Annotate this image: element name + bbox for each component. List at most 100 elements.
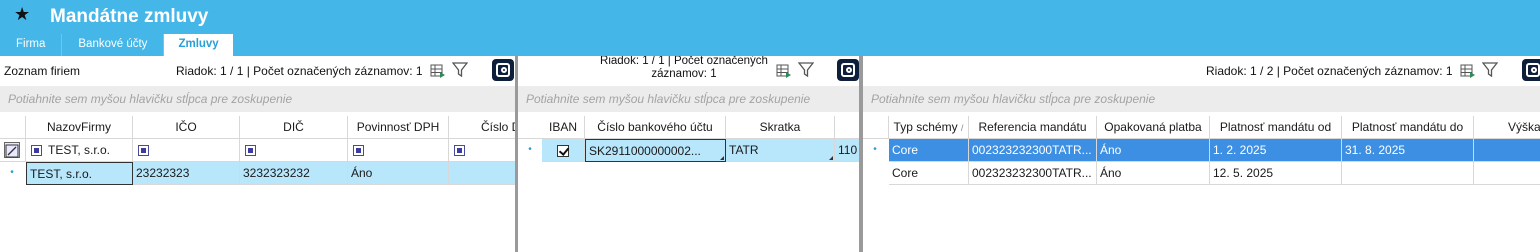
col-header-referencia[interactable]: Referencia mandátu [969, 116, 1097, 139]
sort-indicator-icon: / [960, 123, 964, 133]
filter-operator-icon[interactable] [454, 145, 465, 156]
indicator-header [0, 116, 26, 139]
firms-row-info: Riadok: 1 / 1 | Počet označených záznamo… [176, 64, 423, 78]
filter-icon[interactable] [1482, 62, 1498, 78]
col-header-cislo[interactable]: Číslo D [449, 116, 515, 139]
indicator-header [518, 116, 542, 139]
filter-toggle-button[interactable] [4, 142, 20, 158]
firms-group-bar[interactable]: Potiahnite sem myšou hlavičku stĺpca pre… [0, 86, 515, 112]
search-query-button[interactable] [1522, 59, 1540, 81]
favorite-star-icon[interactable]: ★ [14, 4, 30, 25]
bank-code: TATR [729, 143, 759, 157]
col-header-skratka[interactable]: Skratka [726, 116, 835, 139]
cell-nazov[interactable]: TEST, s.r.o. [26, 162, 133, 185]
cell-platnost-do[interactable]: 31. 8. 2025 [1342, 139, 1474, 162]
cell-platnost-od[interactable]: 1. 2. 2025 [1210, 139, 1342, 162]
filter-cell-nazov[interactable]: TEST, s.r.o. [26, 139, 133, 162]
table-row[interactable]: • SK2911000000002... TATR 110 [518, 139, 859, 162]
col-header-platnost-od[interactable]: Platnosť mandátu od [1210, 116, 1342, 139]
accounts-row-info-line2: záznamov: 1 [651, 68, 717, 80]
dropdown-corner-icon [829, 156, 833, 160]
accounts-row-info: Riadok: 1 / 1 | Počet označených záznamo… [592, 56, 776, 80]
row-indicator-icon: • [863, 139, 887, 162]
cell-typ-schemy[interactable]: Core [889, 139, 969, 162]
col-header-cislo-uctu[interactable]: Číslo bankového účtu [585, 116, 726, 139]
filter-cell-dic[interactable] [240, 139, 348, 162]
tab-strip: Firma Bankové účty Zmluvy [0, 34, 233, 56]
cell-opakovana[interactable]: Áno [1097, 139, 1210, 162]
cell-platnost-od[interactable]: 12. 5. 2025 [1210, 162, 1342, 185]
iban-checkbox[interactable] [557, 144, 569, 157]
contracts-toolbar: Riadok: 1 / 2 | Počet označených záznamo… [863, 56, 1540, 86]
title-bar: ★ Mandátne zmluvy Firma Bankové účty Zml… [0, 0, 1540, 56]
filter-cell-ico[interactable] [133, 139, 240, 162]
col-header-extra[interactable] [835, 116, 859, 139]
col-header-typ-schemy[interactable]: Typ schémy / [889, 116, 969, 139]
col-header-iban[interactable]: IBAN [542, 116, 585, 139]
contracts-pane: Riadok: 1 / 2 | Počet označených záznamo… [863, 56, 1540, 252]
cell-extra[interactable]: 110 [835, 139, 859, 162]
group-hint: Potiahnite sem myšou hlavičku stĺpca pre… [526, 92, 811, 106]
export-grid-icon[interactable] [430, 63, 446, 79]
filter-operator-icon[interactable] [353, 145, 364, 156]
row-indicator-icon: • [518, 139, 542, 162]
cell-vyska-limitu[interactable] [1474, 139, 1540, 162]
filter-cell-dph[interactable] [348, 139, 449, 162]
accounts-header-row: IBAN Číslo bankového účtu Skratka [518, 116, 859, 139]
accounts-pane: Riadok: 1 / 1 | Počet označených záznamo… [518, 56, 859, 252]
filter-value-nazov: TEST, s.r.o. [48, 143, 111, 157]
table-row[interactable]: • Core 002323232300TATR... Áno 1. 2. 202… [863, 139, 1540, 162]
cell-cislo[interactable] [449, 162, 515, 185]
filter-toggle-cell [0, 139, 26, 162]
cell-platnost-do[interactable] [1342, 162, 1474, 185]
export-grid-icon[interactable] [1460, 63, 1476, 79]
dropdown-corner-icon [720, 156, 724, 160]
cell-ico[interactable]: 23232323 [133, 162, 240, 185]
cell-referencia[interactable]: 002323232300TATR... [969, 162, 1097, 185]
table-row[interactable]: Core 002323232300TATR... Áno 12. 5. 2025 [863, 162, 1540, 185]
filter-cell-cislo[interactable] [449, 139, 515, 162]
filter-icon[interactable] [798, 62, 814, 78]
firms-filter-row: TEST, s.r.o. [0, 139, 515, 162]
filter-icon[interactable] [452, 62, 468, 78]
tab-firma[interactable]: Firma [0, 34, 63, 56]
col-header-dic[interactable]: DIČ [240, 116, 348, 139]
cell-iban[interactable] [542, 139, 585, 162]
cell-cislo-uctu[interactable]: SK2911000000002... [585, 139, 726, 162]
group-hint: Potiahnite sem myšou hlavičku stĺpca pre… [871, 92, 1156, 106]
col-header-platnost-do[interactable]: Platnosť mandátu do [1342, 116, 1474, 139]
cell-opakovana[interactable]: Áno [1097, 162, 1210, 185]
firms-pane: Zoznam firiem Riadok: 1 / 1 | Počet ozna… [0, 56, 515, 252]
filter-operator-icon[interactable] [245, 145, 256, 156]
tab-zmluvy[interactable]: Zmluvy [164, 34, 233, 56]
tab-bankove-ucty[interactable]: Bankové účty [62, 34, 165, 56]
cell-vyska-limitu[interactable] [1474, 162, 1540, 185]
col-header-opakovana[interactable]: Opakovaná platba [1097, 116, 1210, 139]
accounts-group-bar[interactable]: Potiahnite sem myšou hlavičku stĺpca pre… [518, 86, 859, 112]
cell-referencia[interactable]: 002323232300TATR... [969, 139, 1097, 162]
export-grid-icon[interactable] [776, 63, 792, 79]
col-header-vyska-limitu[interactable]: Výška lim [1474, 116, 1540, 139]
cell-skratka[interactable]: TATR [726, 139, 835, 162]
col-header-ico[interactable]: IČO [133, 116, 240, 139]
table-row[interactable]: • TEST, s.r.o. 23232323 3232323232 Áno [0, 162, 515, 185]
cell-dic[interactable]: 3232323232 [240, 162, 348, 185]
filter-operator-icon[interactable] [138, 145, 149, 156]
firms-pane-title: Zoznam firiem [4, 64, 81, 78]
search-query-button[interactable] [837, 59, 859, 81]
group-hint: Potiahnite sem myšou hlavičku stĺpca pre… [8, 92, 293, 106]
cell-typ-schemy[interactable]: Core [889, 162, 969, 185]
row-indicator-empty [863, 162, 887, 185]
search-query-button[interactable] [492, 59, 514, 81]
contracts-header-row: Typ schémy / Referencia mandátu Opakovan… [863, 116, 1540, 139]
cell-dph[interactable]: Áno [348, 162, 449, 185]
filter-operator-icon[interactable] [31, 145, 42, 156]
col-header-typ-schemy-label: Typ schémy [893, 120, 958, 134]
accounts-toolbar: Riadok: 1 / 1 | Počet označených záznamo… [518, 56, 859, 86]
col-header-nazov[interactable]: NazovFirmy [26, 116, 133, 139]
contracts-group-bar[interactable]: Potiahnite sem myšou hlavičku stĺpca pre… [863, 86, 1540, 112]
indicator-header [863, 116, 889, 139]
row-indicator-icon: • [0, 162, 24, 185]
firms-header-row: NazovFirmy IČO DIČ Povinnosť DPH Číslo D [0, 116, 515, 139]
col-header-dph[interactable]: Povinnosť DPH [348, 116, 449, 139]
